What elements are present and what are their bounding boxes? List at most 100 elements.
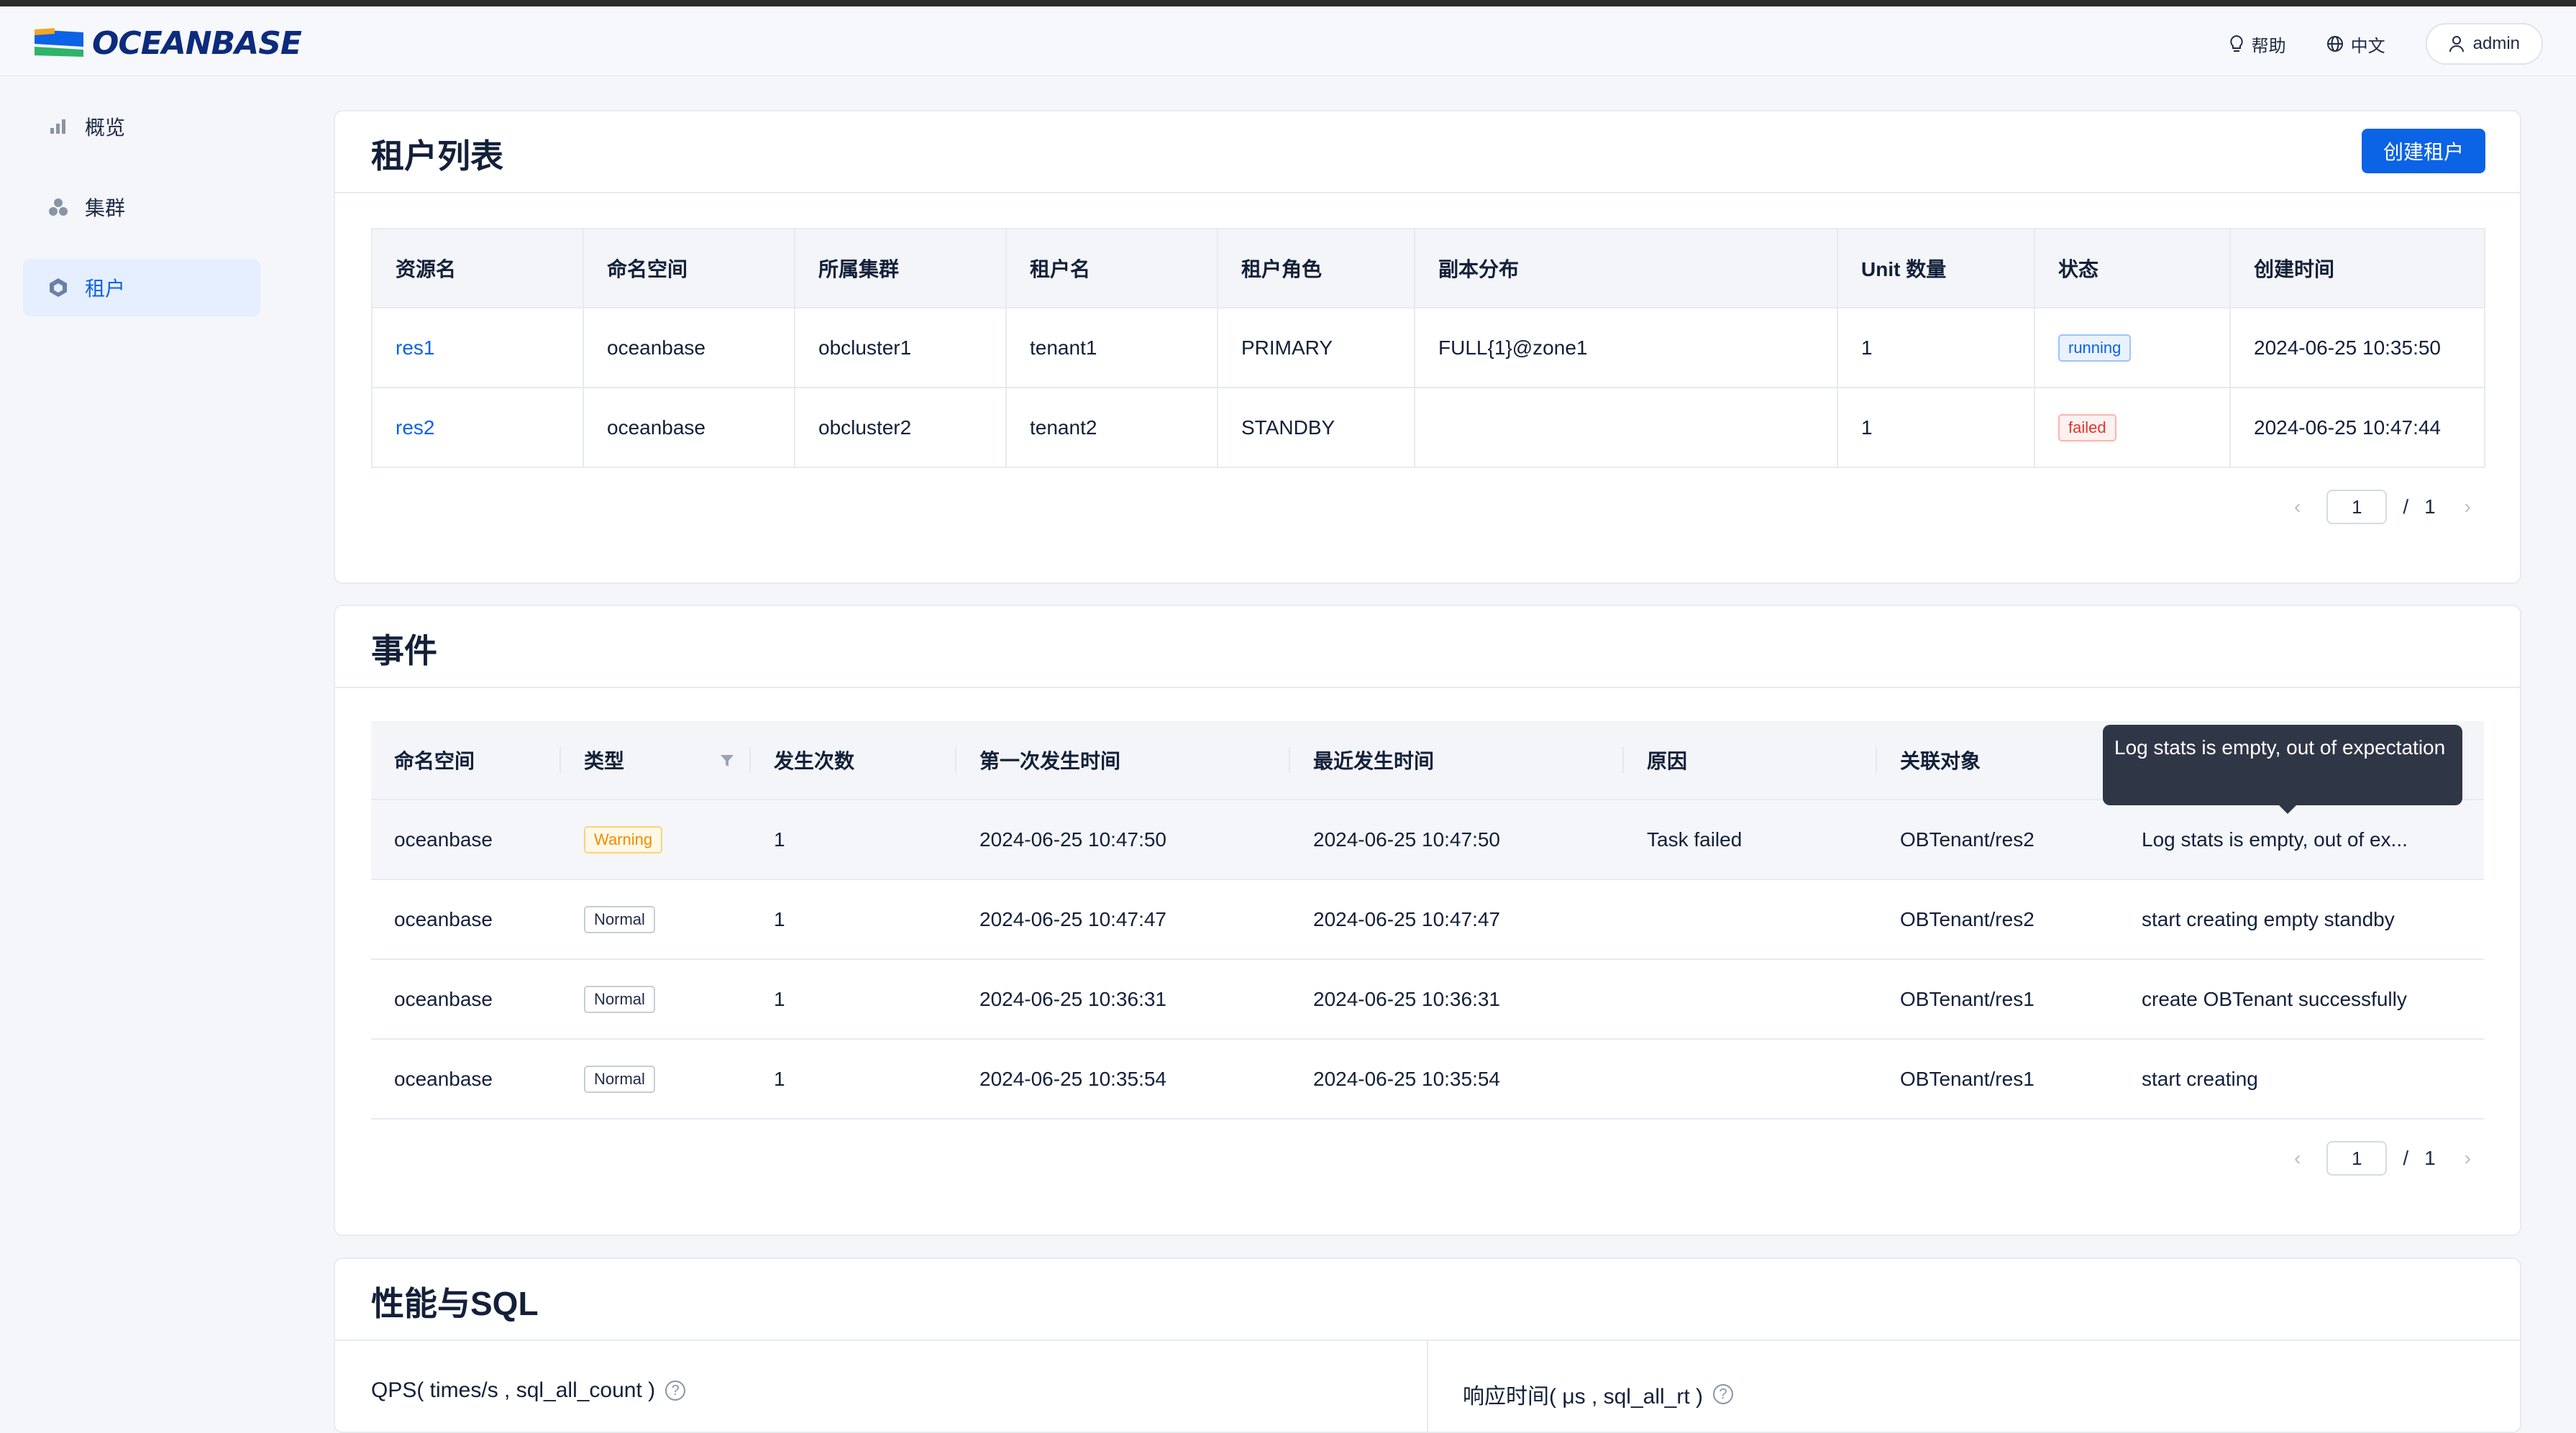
performance-title: 性能与SQL bbox=[371, 1285, 539, 1322]
column-header: 原因 bbox=[1624, 721, 1877, 800]
column-header-label: 第一次发生时间 bbox=[979, 750, 1121, 772]
cell-type: Normal bbox=[561, 879, 751, 960]
cell-last-time: 2024-06-25 10:35:54 bbox=[1290, 1039, 1624, 1120]
column-header: 关联对象 bbox=[1877, 721, 2119, 800]
column-header: 命名空间 bbox=[583, 228, 795, 308]
sidebar-item-cluster[interactable]: 集群 bbox=[23, 178, 260, 236]
performance-card: 性能与SQL QPS( times/s , sql_all_count ) ? … bbox=[334, 1258, 2521, 1433]
cell-replica bbox=[1414, 387, 1838, 468]
next-page-icon[interactable]: › bbox=[2465, 495, 2471, 518]
tenant-pagination: ‹ 1 / 1 › bbox=[2294, 490, 2471, 524]
cell-first-time: 2024-06-25 10:47:50 bbox=[956, 800, 1290, 880]
bar-chart-icon bbox=[47, 116, 69, 137]
next-page-icon[interactable]: › bbox=[2465, 1147, 2471, 1170]
help-circle-icon[interactable]: ? bbox=[665, 1381, 686, 1401]
column-header: 租户名 bbox=[1005, 228, 1218, 308]
column-header-label: 发生次数 bbox=[774, 750, 855, 772]
help-link[interactable]: 帮助 bbox=[2229, 32, 2286, 57]
oceanbase-logo[interactable]: OCEANBASE bbox=[33, 24, 302, 62]
type-badge: Warning bbox=[584, 825, 663, 853]
table-row: res1 oceanbase obcluster1 tenant1 PRIMAR… bbox=[371, 307, 2485, 388]
table-row: oceanbase Normal 1 2024-06-25 10:47:47 2… bbox=[371, 879, 2484, 960]
page-total: 1 bbox=[2424, 495, 2436, 518]
cell-namespace: oceanbase bbox=[583, 387, 795, 468]
resource-link-res1[interactable]: res1 bbox=[396, 336, 434, 359]
card-divider bbox=[335, 192, 2520, 193]
cell-units: 1 bbox=[1837, 387, 2035, 468]
cell-cluster: obcluster1 bbox=[794, 307, 1007, 388]
cell-message[interactable]: Log stats is empty, out of ex... bbox=[2119, 800, 2484, 880]
window-top-strip bbox=[0, 0, 2576, 6]
rt-panel-title: 响应时间( μs , sql_all_rt ) ? bbox=[1463, 1378, 1733, 1410]
cluster-icon bbox=[47, 196, 69, 218]
cell-tenant: tenant2 bbox=[1005, 387, 1218, 468]
cell-message: create OBTenant successfully bbox=[2119, 959, 2484, 1040]
cell-object: OBTenant/res1 bbox=[1877, 1039, 2119, 1120]
prev-page-icon[interactable]: ‹ bbox=[2294, 495, 2301, 518]
user-menu[interactable]: admin bbox=[2425, 23, 2543, 65]
logo-mark-icon bbox=[33, 27, 88, 60]
cell-namespace: oceanbase bbox=[371, 1039, 561, 1120]
cell-namespace: oceanbase bbox=[583, 307, 795, 388]
rt-title-label: 响应时间( μs , sql_all_rt ) bbox=[1463, 1385, 1703, 1409]
column-header: 最近发生时间 bbox=[1290, 721, 1624, 800]
cell-count: 1 bbox=[751, 879, 956, 960]
cell-role: PRIMARY bbox=[1217, 307, 1415, 388]
cell-type: Normal bbox=[561, 1039, 751, 1120]
sidebar-item-tenant[interactable]: 租户 bbox=[23, 259, 260, 316]
user-icon bbox=[2449, 36, 2464, 52]
cell-reason bbox=[1624, 1039, 1877, 1120]
type-badge: Normal bbox=[584, 1065, 655, 1093]
column-header: Unit 数量 bbox=[1837, 228, 2035, 308]
filter-icon[interactable] bbox=[719, 753, 735, 769]
table-header-row: 资源名 命名空间 所属集群 租户名 租户角色 副本分布 Unit 数量 状态 创… bbox=[371, 228, 2485, 308]
create-tenant-button[interactable]: 创建租户 bbox=[2362, 129, 2485, 173]
table-row: oceanbase Warning 1 2024-06-25 10:47:50 … bbox=[371, 800, 2484, 880]
globe-icon bbox=[2326, 36, 2343, 52]
events-card: 事件 命名空间 类型 发生次数 第一次发生时间 最近发生时间 原因 关联对象 o… bbox=[334, 605, 2521, 1236]
column-header: 发生次数 bbox=[751, 721, 956, 800]
cell-cluster: obcluster2 bbox=[794, 387, 1007, 468]
cell-resource-name: res1 bbox=[371, 307, 584, 388]
top-header: OCEANBASE 帮助 中文 admin bbox=[0, 6, 2576, 76]
message-tooltip: Log stats is empty, out of expectation bbox=[2103, 725, 2462, 814]
sidebar-item-label: 概览 bbox=[85, 116, 126, 139]
cell-object: OBTenant/res2 bbox=[1877, 800, 2119, 880]
panel-divider bbox=[1427, 1340, 1428, 1433]
cell-count: 1 bbox=[751, 800, 956, 880]
column-header-label: 最近发生时间 bbox=[1313, 750, 1435, 772]
resource-link-res2[interactable]: res2 bbox=[396, 416, 434, 439]
cell-last-time: 2024-06-25 10:47:47 bbox=[1290, 879, 1624, 960]
cell-count: 1 bbox=[751, 1039, 956, 1120]
cell-last-time: 2024-06-25 10:36:31 bbox=[1290, 959, 1624, 1040]
cell-message: start creating empty standby bbox=[2119, 879, 2484, 960]
page-total: 1 bbox=[2424, 1147, 2436, 1169]
column-header: 副本分布 bbox=[1414, 228, 1838, 308]
events-pagination: ‹ 1 / 1 › bbox=[2294, 1141, 2471, 1176]
column-header: 所属集群 bbox=[794, 228, 1007, 308]
column-header: 第一次发生时间 bbox=[956, 721, 1290, 800]
table-row: res2 oceanbase obcluster2 tenant2 STANDB… bbox=[371, 387, 2485, 468]
help-circle-icon[interactable]: ? bbox=[1713, 1384, 1733, 1404]
cell-first-time: 2024-06-25 10:47:47 bbox=[956, 879, 1290, 960]
language-switch[interactable]: 中文 bbox=[2326, 32, 2385, 57]
page-number-input[interactable]: 1 bbox=[2326, 1141, 2388, 1176]
cell-first-time: 2024-06-25 10:36:31 bbox=[956, 959, 1290, 1040]
table-row: oceanbase Normal 1 2024-06-25 10:35:54 2… bbox=[371, 1039, 2484, 1120]
column-header: 命名空间 bbox=[371, 721, 561, 800]
events-title: 事件 bbox=[371, 632, 437, 669]
prev-page-icon[interactable]: ‹ bbox=[2294, 1147, 2301, 1170]
page-number-input[interactable]: 1 bbox=[2326, 490, 2388, 524]
column-header-label: 命名空间 bbox=[394, 750, 475, 772]
tenant-table: 资源名 命名空间 所属集群 租户名 租户角色 副本分布 Unit 数量 状态 创… bbox=[371, 228, 2485, 468]
logo-text: OCEANBASE bbox=[92, 24, 302, 62]
lightbulb-icon bbox=[2229, 35, 2243, 52]
tenant-list-title: 租户列表 bbox=[371, 137, 503, 175]
cell-created: 2024-06-25 10:47:44 bbox=[2229, 387, 2485, 468]
status-badge: running bbox=[2058, 334, 2132, 362]
cell-created: 2024-06-25 10:35:50 bbox=[2229, 307, 2485, 388]
sidebar-item-overview[interactable]: 概览 bbox=[23, 98, 260, 155]
qps-title-label: QPS( times/s , sql_all_count ) bbox=[371, 1378, 656, 1402]
cell-type: Warning bbox=[561, 800, 751, 880]
sidebar-item-label: 租户 bbox=[85, 278, 126, 300]
